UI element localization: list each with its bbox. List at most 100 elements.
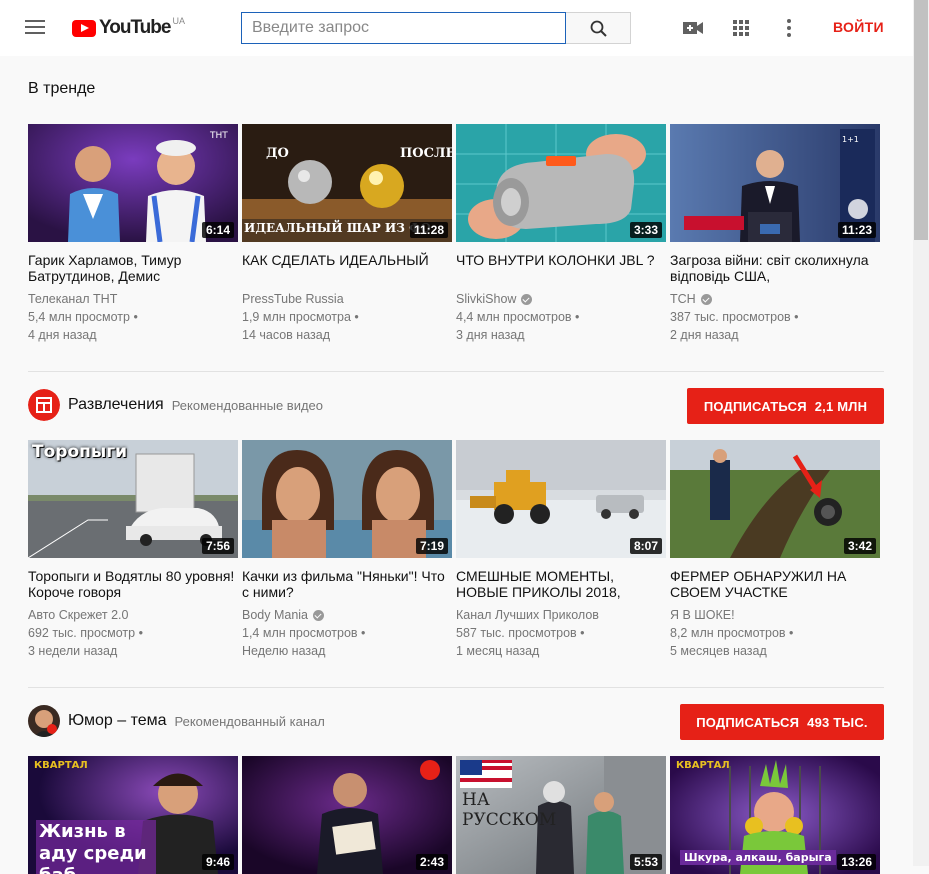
channel-name[interactable]: Канал Лучших Приколов	[456, 606, 666, 624]
video-duration: 6:14	[201, 222, 234, 238]
subscribe-button[interactable]: ПОДПИСАТЬСЯ 2,1 МЛН	[687, 388, 884, 424]
video-duration: 3:33	[629, 222, 662, 238]
shelf-channel-name[interactable]: Юмор – тема	[68, 712, 167, 730]
subscribe-label: ПОДПИСАТЬСЯ	[696, 714, 800, 730]
video-duration: 8:07	[629, 538, 662, 554]
view-count-label: 1,4 млн просмотров	[242, 626, 358, 640]
video-thumbnail[interactable]: 3:33	[456, 124, 666, 242]
svg-text:ТНТ: ТНТ	[209, 131, 228, 141]
channel-label: Я В ШОКЕ!	[670, 608, 735, 622]
youtube-logo[interactable]: YouTube UA	[72, 16, 185, 40]
humor-shelf-header: Юмор – тема Рекомендованный канал	[28, 705, 325, 737]
video-card[interactable]: ТНТ 6:14 Гарик Харламов, Тимур Батрутдин…	[28, 124, 238, 344]
video-title[interactable]: Торопыги и Водятлы 80 уровня! Короче гов…	[28, 568, 238, 600]
scrollbar-thumb[interactable]	[914, 0, 928, 240]
subscriber-count: 493 ТЫС.	[807, 714, 868, 730]
channel-name[interactable]: Авто Скрежет 2.0	[28, 606, 238, 624]
video-card[interactable]: 2:43	[242, 756, 452, 874]
video-duration: 5:53	[629, 854, 662, 870]
video-thumbnail[interactable]: 3:42	[670, 440, 880, 558]
channel-name[interactable]: Телеканал ТНТ	[28, 290, 238, 308]
video-duration: 11:23	[837, 222, 876, 238]
channel-name[interactable]: SlivkiShow	[456, 290, 666, 308]
video-thumbnail[interactable]: КВАРТАЛ Шкура, алкаш, барыга 13:26	[670, 756, 880, 874]
upload-video-button[interactable]	[681, 16, 705, 40]
channel-avatar[interactable]	[28, 705, 60, 737]
video-card[interactable]: НА РУССКОМ 5:53	[456, 756, 666, 874]
more-vertical-icon	[787, 19, 791, 37]
upload-age: 3 дня назад	[456, 328, 525, 342]
subscribe-button[interactable]: ПОДПИСАТЬСЯ 493 ТЫС.	[680, 704, 884, 740]
verified-badge-icon	[700, 293, 712, 305]
view-count: 8,2 млн просмотров •	[670, 626, 794, 640]
video-title[interactable]: Загроза війни: світ сколихнула відповідь…	[670, 252, 880, 284]
video-thumbnail[interactable]: 2:43	[242, 756, 452, 874]
thumb-text-before: ДО	[266, 146, 289, 161]
video-thumbnail[interactable]: КВАРТАЛ Жизнь в аду среди баб 9:46	[28, 756, 238, 874]
shelf-divider	[28, 371, 884, 372]
video-thumbnail[interactable]: 7:19	[242, 440, 452, 558]
guide-menu-button[interactable]	[25, 20, 45, 36]
shelf-channel-name[interactable]: Развлечения	[68, 396, 164, 414]
sign-in-button[interactable]: ВОЙТИ	[833, 19, 884, 35]
video-title[interactable]: Гарик Харламов, Тимур Батрутдинов, Демис	[28, 252, 238, 284]
video-thumbnail[interactable]: ДО ПОСЛЕ ИДЕАЛЬНЫЙ ШАР ИЗ ФО 11:28	[242, 124, 452, 242]
trending-title: В тренде	[28, 80, 96, 97]
channel-name[interactable]: Я В ШОКЕ!	[670, 606, 880, 624]
video-duration: 3:42	[843, 538, 876, 554]
upload-age: 1 месяц назад	[456, 644, 540, 658]
verified-badge-icon	[313, 609, 325, 621]
search-icon	[590, 20, 607, 37]
video-title[interactable]: СМЕШНЫЕ МОМЕНТЫ, НОВЫЕ ПРИКОЛЫ 2018,	[456, 568, 666, 600]
shelf-subtitle: Рекомендованный канал	[174, 713, 325, 729]
video-card[interactable]: 7:19 Качки из фильма "Няньки"! Что с ним…	[242, 440, 452, 660]
apps-grid-icon	[733, 20, 749, 36]
settings-menu-button[interactable]	[777, 16, 801, 40]
entertainment-shelf-header: Развлечения Рекомендованные видео	[28, 389, 323, 421]
channel-label: PressTube Russia	[242, 292, 344, 306]
video-card[interactable]: 3:42 ФЕРМЕР ОБНАРУЖИЛ НА СВОЕМ УЧАСТКЕ Я…	[670, 440, 880, 660]
search-button[interactable]	[566, 12, 631, 44]
video-thumbnail[interactable]: Торопыги 7:56	[28, 440, 238, 558]
view-count: 4,4 млн просмотров •	[456, 310, 580, 324]
video-duration: 7:19	[415, 538, 448, 554]
video-thumbnail[interactable]: НА РУССКОМ 5:53	[456, 756, 666, 874]
video-card[interactable]: КВАРТАЛ Шкура, алкаш, барыга 13:26	[670, 756, 880, 874]
view-count: 692 тыс. просмотр •	[28, 626, 143, 640]
view-count: 587 тыс. просмотров •	[456, 626, 585, 640]
video-card[interactable]: 3:33 ЧТО ВНУТРИ КОЛОНКИ JBL ? SlivkiShow…	[456, 124, 666, 344]
video-thumbnail[interactable]: ТНТ 6:14	[28, 124, 238, 242]
video-thumbnail[interactable]: 8:07	[456, 440, 666, 558]
search-box	[241, 12, 566, 44]
video-card[interactable]: 1+1 11:23 Загроза війни: світ сколихнула…	[670, 124, 880, 344]
view-count-label: 4,4 млн просмотров	[456, 310, 572, 324]
channel-name[interactable]: Body Mania	[242, 606, 452, 624]
channel-name[interactable]: PressTube Russia	[242, 290, 452, 308]
video-card[interactable]: ДО ПОСЛЕ ИДЕАЛЬНЫЙ ШАР ИЗ ФО 11:28 КАК С…	[242, 124, 452, 344]
view-count: 5,4 млн просмотр •	[28, 310, 138, 324]
thumb-badge: КВАРТАЛ	[34, 760, 88, 771]
channel-label: SlivkiShow	[456, 292, 517, 306]
entertainment-icon	[28, 389, 60, 421]
video-duration: 7:56	[201, 538, 234, 554]
video-title[interactable]: КАК СДЕЛАТЬ ИДЕАЛЬНЫЙ	[242, 252, 452, 284]
video-title[interactable]: Качки из фильма "Няньки"! Что с ними?	[242, 568, 452, 600]
view-count-label: 587 тыс. просмотров	[456, 626, 577, 640]
video-thumbnail[interactable]: 1+1 11:23	[670, 124, 880, 242]
video-duration: 9:46	[201, 854, 234, 870]
channel-label: Авто Скрежет 2.0	[28, 608, 129, 622]
logo-region: UA	[172, 16, 185, 26]
upload-age: 14 часов назад	[242, 328, 330, 342]
channel-name[interactable]: ТСН	[670, 290, 880, 308]
channel-avatar[interactable]	[28, 389, 60, 421]
channel-label: Body Mania	[242, 608, 309, 622]
video-title[interactable]: ЧТО ВНУТРИ КОЛОНКИ JBL ?	[456, 252, 666, 284]
search-input[interactable]	[242, 13, 565, 43]
shelf-divider	[28, 687, 884, 688]
video-title[interactable]: ФЕРМЕР ОБНАРУЖИЛ НА СВОЕМ УЧАСТКЕ	[670, 568, 880, 600]
video-card[interactable]: КВАРТАЛ Жизнь в аду среди баб 9:46	[28, 756, 238, 874]
apps-button[interactable]	[729, 16, 753, 40]
video-card[interactable]: Торопыги 7:56 Торопыги и Водятлы 80 уров…	[28, 440, 238, 660]
video-card[interactable]: 8:07 СМЕШНЫЕ МОМЕНТЫ, НОВЫЕ ПРИКОЛЫ 2018…	[456, 440, 666, 660]
view-count-label: 387 тыс. просмотров	[670, 310, 791, 324]
